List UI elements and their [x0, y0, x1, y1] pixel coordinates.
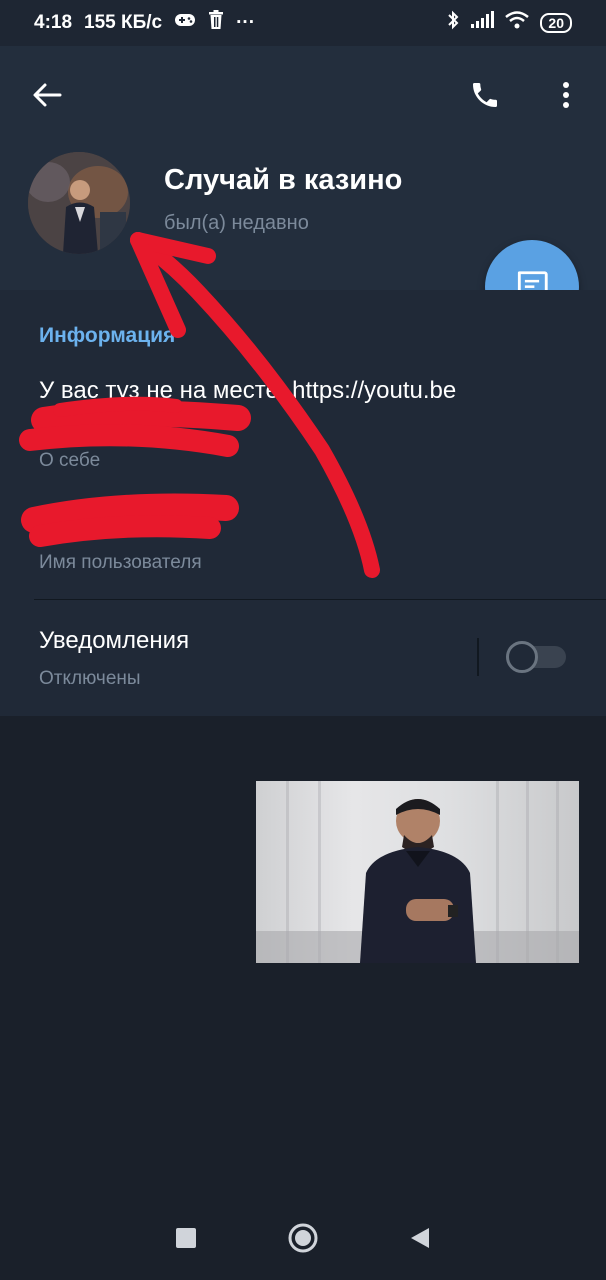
battery-indicator: 20 — [540, 13, 572, 33]
bluetooth-icon — [446, 10, 460, 36]
circle-icon — [288, 1223, 318, 1252]
recent-apps-button[interactable] — [175, 1227, 197, 1254]
username-label: Имя пользователя — [39, 552, 202, 573]
divider — [34, 599, 606, 600]
toggle-knob — [506, 641, 538, 673]
wifi-icon — [504, 10, 530, 36]
divider — [477, 638, 479, 676]
status-time: 4:18 — [34, 12, 73, 33]
chat-title: Случай в казино — [164, 164, 403, 196]
notifications-toggle[interactable] — [506, 641, 566, 673]
notifications-status: Отключены — [39, 668, 141, 689]
back-button[interactable] — [26, 74, 68, 116]
more-notifications-icon: ··· — [236, 12, 256, 33]
gamepad-icon — [174, 12, 196, 34]
info-section: Информация У вас туз не на месте. https:… — [0, 290, 606, 716]
triangle-back-icon — [411, 1227, 429, 1248]
signal-icon — [470, 11, 495, 35]
section-title-info: Информация — [39, 324, 176, 347]
shared-media-thumbnail[interactable] — [256, 781, 579, 963]
back-nav-button[interactable] — [409, 1226, 431, 1255]
phone-icon — [473, 83, 497, 107]
bio-label: О себе — [39, 450, 101, 471]
more-menu-button[interactable] — [548, 72, 584, 118]
bio-text[interactable]: У вас туз не на месте. https://youtu.be … — [39, 375, 539, 437]
last-seen-status: был(а) недавно — [164, 212, 309, 234]
square-icon — [176, 1227, 196, 1248]
arrow-left-icon — [33, 83, 62, 107]
status-bar: 4:18 155 КБ/с ··· 20 — [0, 0, 606, 46]
notifications-label[interactable]: Уведомления — [39, 627, 189, 655]
more-vertical-icon — [563, 82, 569, 108]
trash-icon — [208, 10, 224, 36]
home-button[interactable] — [287, 1222, 319, 1259]
call-button[interactable] — [462, 72, 508, 118]
video-person-image — [256, 799, 579, 963]
avatar[interactable] — [28, 152, 130, 254]
bio-line: У вас туз не на месте. https://youtu.be — [39, 377, 457, 404]
system-navigation-bar — [0, 1200, 606, 1280]
bio-line: / — [39, 408, 46, 435]
status-network-speed: 155 КБ/с — [84, 12, 163, 33]
